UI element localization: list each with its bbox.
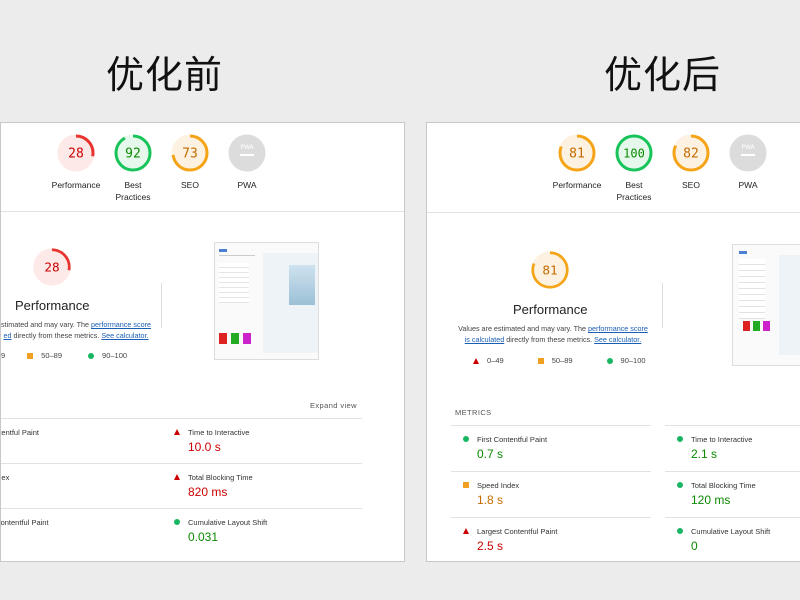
metric-value: 2.1 s	[691, 447, 718, 461]
green-circle-icon	[677, 436, 683, 442]
perf-title: Performance	[15, 298, 90, 313]
metric-label: Cumulative Layout Shift	[188, 518, 268, 527]
score-value: 73	[182, 147, 198, 162]
metric-value: 1.8 s	[477, 493, 504, 507]
metric-value: 2.5 s	[477, 539, 504, 553]
metric-value: 120 ms	[691, 493, 731, 507]
metric-label: Total Blocking Time	[691, 481, 756, 490]
metric-label: Total Blocking Time	[188, 473, 253, 482]
expand-view[interactable]: Expand view	[310, 401, 357, 410]
calculator-link[interactable]: See calculator.	[101, 331, 148, 340]
metric-label: Cumulative Layout Shift	[691, 527, 771, 536]
orange-square-icon	[27, 352, 34, 359]
metric-label: First Contentful Paint	[477, 435, 548, 444]
gauge-pwa[interactable]: PWA PWA	[728, 133, 768, 190]
red-triangle-icon	[174, 474, 180, 480]
green-circle-icon	[463, 436, 469, 442]
heading-before: 优化前	[106, 53, 224, 97]
score-value: 82	[683, 147, 699, 162]
metric-label: Time to Interactive	[691, 435, 753, 444]
gauge-label: PWA	[237, 180, 257, 190]
score-value: 28	[68, 147, 84, 162]
heading-after: 优化后	[604, 53, 722, 97]
gauge-performance[interactable]: 81 Performance	[553, 133, 601, 190]
score-value: 28	[44, 260, 59, 275]
panel-before: 28 Performance stimated and may vary. Th…	[0, 122, 405, 562]
score-value: 81	[569, 147, 585, 162]
perf-description: stimated and may vary. The performance s…	[1, 320, 151, 340]
green-circle-icon	[606, 357, 613, 364]
metric-value: 0.7 s	[477, 447, 504, 461]
calculator-link[interactable]: See calculator.	[594, 335, 641, 344]
legend: 0–49 50–89 90–100	[473, 356, 646, 365]
gauge-performance[interactable]: 28 Performance	[52, 133, 100, 190]
metric-label: t Contentful Paint	[0, 518, 49, 527]
gauge-label: PWA	[738, 180, 758, 190]
svg-text:PWA: PWA	[240, 144, 254, 151]
metric-value: 0	[691, 539, 698, 553]
gauge-big: 28	[32, 247, 76, 287]
green-circle-icon	[677, 528, 683, 534]
metric-value: 0.031	[188, 530, 219, 544]
metric-label: ontentful Paint	[1, 428, 39, 437]
perf-description: Values are estimated and may vary. The p…	[458, 324, 648, 344]
panel-after: 81 Performance Values are estimated and …	[426, 122, 800, 562]
metric-label: Time to Interactive	[188, 428, 250, 437]
score-value: 92	[125, 147, 141, 162]
perf-title: Performance	[513, 302, 588, 317]
perf-score-link[interactable]: performance score	[91, 320, 151, 329]
gauge-pwa[interactable]: PWA PWA	[227, 133, 267, 190]
gauge-seo[interactable]: 82 SEO	[671, 133, 711, 190]
metric-label: Speed Index	[477, 481, 520, 490]
red-triangle-icon	[473, 357, 479, 364]
metric-value: 820 ms	[188, 485, 228, 499]
gauge-seo[interactable]: 73 SEO	[170, 133, 210, 190]
metrics-heading: METRICS	[455, 408, 492, 417]
legend: 9 50–89 90–100	[1, 351, 128, 360]
score-value: 100	[623, 146, 645, 160]
green-circle-icon	[88, 352, 95, 359]
metric-label: Largest Contentful Paint	[477, 527, 558, 536]
red-triangle-icon	[174, 429, 180, 435]
green-circle-icon	[174, 519, 180, 525]
metric-value: 10.0 s	[188, 440, 221, 454]
orange-square-icon	[537, 357, 544, 364]
orange-square-icon	[463, 482, 469, 488]
green-circle-icon	[677, 482, 683, 488]
score-value: 81	[542, 263, 557, 278]
metric-label: Index	[1, 473, 10, 482]
gauge-best-practices[interactable]: 100 Best Practices	[614, 133, 654, 202]
screenshot-thumbnail	[214, 242, 319, 360]
svg-text:PWA: PWA	[741, 144, 755, 151]
gauge-best-practices[interactable]: 92 Best Practices	[113, 133, 153, 202]
gauge-big: 81	[530, 250, 574, 290]
red-triangle-icon	[463, 528, 469, 534]
screenshot-thumbnail	[732, 244, 800, 366]
